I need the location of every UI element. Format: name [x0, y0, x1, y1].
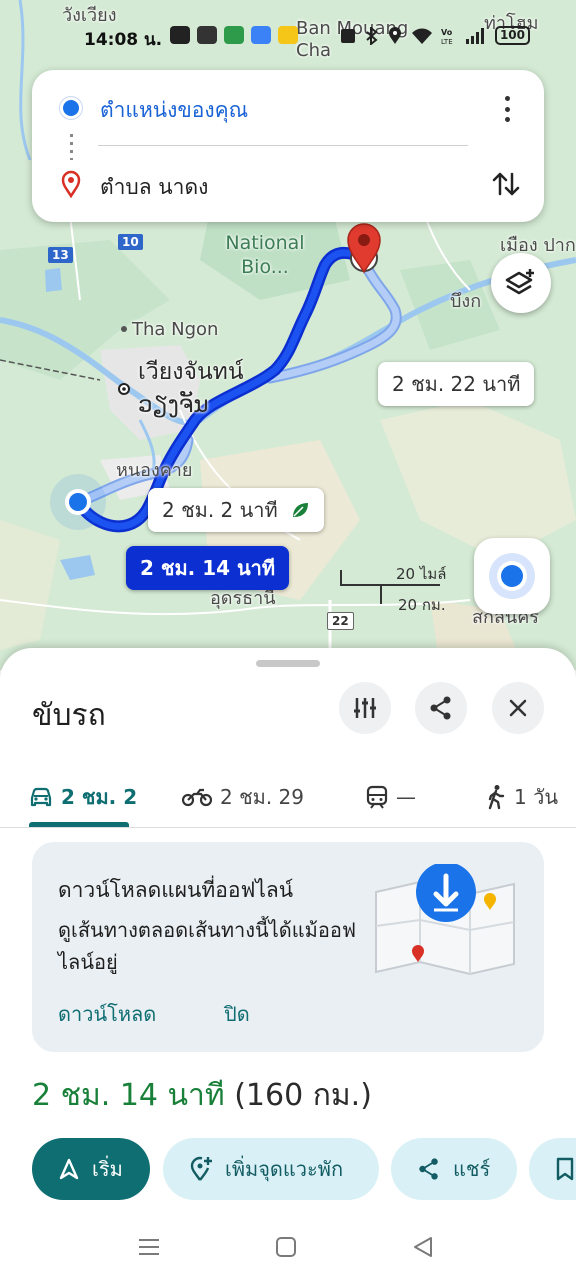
recent-apps-icon[interactable]: [138, 1236, 160, 1258]
route-tag-alt-eco-label: 2 ชม. 2 นาที: [162, 498, 278, 522]
share-button[interactable]: แชร์: [391, 1138, 517, 1200]
tab-drive-label: 2 ชม. 2: [61, 785, 138, 809]
route-summary: 2 ชม. 14 นาที (160 กม.): [32, 1072, 372, 1119]
tune-icon: [354, 698, 376, 718]
scale-miles: 20 ไมล์: [396, 565, 447, 583]
route-dots-divider: [70, 134, 73, 160]
route-tag-primary[interactable]: 2 ชม. 14 นาที: [126, 546, 290, 590]
map-label-bueng-kan: บึงก: [450, 291, 482, 312]
wifi-icon: [411, 28, 432, 44]
eco-leaf-icon: [293, 503, 309, 517]
tab-drive[interactable]: 2 ชม. 2: [29, 768, 137, 826]
origin-dot-icon: [63, 100, 79, 116]
road-shield-22: 22: [327, 612, 354, 630]
motorbike-icon: [182, 788, 212, 807]
tiktok-app-icon: [197, 26, 217, 44]
google-app-icon: [278, 26, 298, 44]
car-icon: [30, 787, 52, 807]
tab-walk-label: 1 วัน: [514, 785, 558, 809]
svg-text:LTE: LTE: [441, 38, 453, 45]
start-button-label: เริ่ม: [92, 1157, 123, 1181]
route-tag-primary-label: 2 ชม. 14 นาที: [140, 556, 276, 580]
start-navigation-button[interactable]: เริ่ม: [32, 1138, 150, 1200]
my-location-icon: [501, 565, 523, 587]
directions-bottom-sheet: ขับรถ 2 ชม. 2 2 ชม. 29 — 1 วัน ดาวน์โหลด…: [0, 648, 576, 1280]
home-icon[interactable]: [275, 1236, 297, 1258]
more-vert-icon: [504, 96, 510, 101]
add-stop-button[interactable]: เพิ่มจุดแวะพัก: [163, 1138, 379, 1200]
offline-map-illustration-icon: [375, 864, 515, 976]
destination-pin-icon: [61, 170, 81, 198]
map-label-tha-ngon: Tha Ngon: [132, 319, 219, 340]
share-label: แชร์: [453, 1157, 491, 1181]
map-label-national-bio: National Bio...: [225, 232, 305, 278]
tab-transit-label: —: [396, 785, 416, 809]
share-icon: [419, 1158, 438, 1180]
tab-transit[interactable]: —: [366, 768, 416, 826]
add-stop-label: เพิ่มจุดแวะพัก: [225, 1157, 344, 1181]
navigation-arrow-icon: [59, 1158, 79, 1180]
tab-walk[interactable]: 1 วัน: [486, 768, 558, 826]
chat-app-icon: [251, 26, 271, 44]
bookmark-icon: [556, 1157, 574, 1181]
field-divider: [98, 145, 468, 146]
share-route-button[interactable]: [415, 682, 467, 734]
system-icons: Vo LTE 100: [339, 26, 530, 45]
bluetooth-icon: [366, 26, 378, 45]
status-time: 14:08 น.: [84, 30, 163, 50]
offline-card-description: ดูเส้นทางตลอดเส้นทางนี้ได้แม้ออฟไลน์อยู่: [58, 918, 356, 974]
map-label-vientiane: เวียงจันทน์: [138, 359, 244, 385]
location-status-icon: [388, 26, 401, 44]
system-navigation-bar: [0, 1228, 576, 1280]
back-icon[interactable]: [412, 1236, 434, 1258]
action-buttons-row: เริ่ม เพิ่มจุดแวะพัก แชร์: [32, 1138, 576, 1202]
road-shield-10: 10: [118, 234, 143, 250]
offline-dismiss-link[interactable]: ปิด: [224, 998, 250, 1030]
close-directions-button[interactable]: [492, 682, 544, 734]
route-duration: 2 ชม. 14 นาที: [32, 1078, 225, 1113]
train-icon: [366, 785, 388, 809]
route-search-card: ตำแหน่งของคุณ ตำบล นาดง: [32, 70, 544, 222]
notification-icons: [170, 26, 298, 44]
more-options-button[interactable]: [492, 92, 522, 126]
active-tab-indicator: [29, 822, 129, 827]
sms-app-icon: [224, 26, 244, 44]
volte-icon: VoLTE: [441, 28, 453, 45]
status-bar: 14:08 น. Vo LTE 100: [0, 22, 576, 52]
route-tag-alt-eco[interactable]: 2 ชม. 2 นาที: [148, 488, 325, 532]
map-label-nong-khai: หนองคาย: [116, 460, 193, 481]
battery-indicator: 100: [494, 26, 530, 45]
route-tag-alt-east-label: 2 ชม. 22 นาที: [392, 372, 521, 396]
origin-field[interactable]: ตำแหน่งของคุณ: [100, 94, 248, 127]
sheet-drag-handle[interactable]: [256, 660, 320, 667]
layers-icon: [505, 269, 534, 295]
map-label-vientiane-lao: ວຽງຈັນ: [138, 392, 209, 418]
road-shield-13: 13: [48, 247, 73, 263]
offline-card-title: ดาวน์โหลดแผนที่ออฟไลน์: [58, 878, 294, 902]
tab-motorbike[interactable]: 2 ชม. 29: [182, 768, 304, 826]
map-scale: 20 ไมล์ 20 กม.: [340, 562, 460, 614]
destination-field[interactable]: ตำบล นาดง: [100, 171, 208, 204]
close-icon: [509, 699, 527, 717]
swap-direction-button[interactable]: [488, 166, 524, 202]
line-app-icon: [170, 26, 190, 44]
nfc-icon: [340, 28, 355, 43]
signal-icon: [465, 27, 484, 44]
offline-download-link[interactable]: ดาวน์โหลด: [58, 998, 156, 1030]
save-button[interactable]: [529, 1138, 576, 1200]
tab-motorbike-label: 2 ชม. 29: [220, 785, 305, 809]
route-tag-alt-east[interactable]: 2 ชม. 22 นาที: [378, 362, 535, 406]
travel-mode-tabs: 2 ชม. 2 2 ชม. 29 — 1 วัน: [0, 768, 576, 828]
scale-km: 20 กม.: [398, 596, 446, 614]
layers-button[interactable]: [491, 253, 551, 313]
walk-icon: [488, 785, 505, 810]
offline-map-card: ดาวน์โหลดแผนที่ออฟไลน์ ดูเส้นทางตลอดเส้น…: [32, 842, 544, 1052]
my-location-button[interactable]: [474, 538, 550, 614]
svg-text:Vo: Vo: [441, 28, 453, 37]
share-icon: [430, 696, 451, 720]
travel-mode-title: ขับรถ: [32, 698, 106, 733]
add-location-icon: [190, 1156, 212, 1181]
route-distance: (160 กม.): [234, 1078, 372, 1113]
route-options-button[interactable]: [339, 682, 391, 734]
